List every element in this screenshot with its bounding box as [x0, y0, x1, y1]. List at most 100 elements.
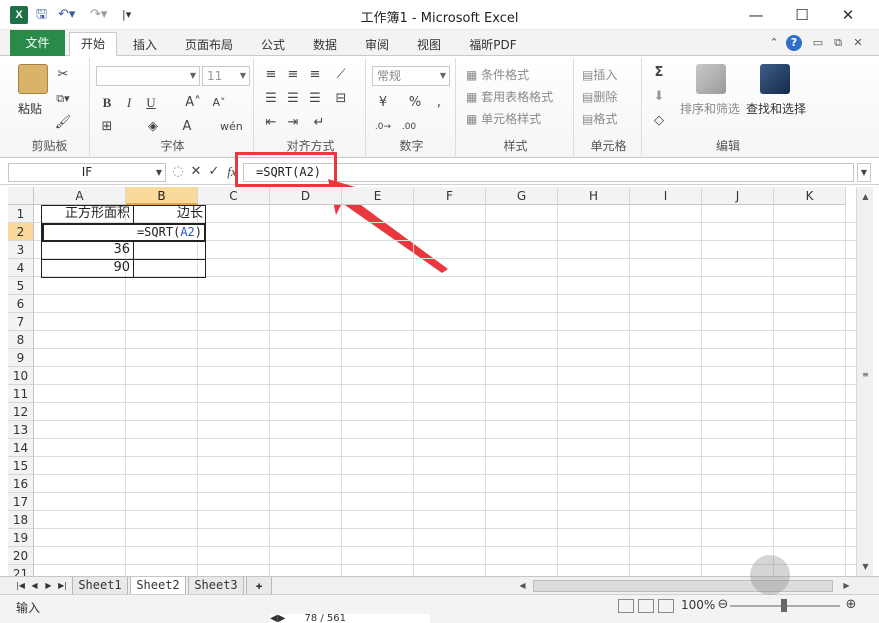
insert-cells-button[interactable]: ▤插入: [582, 66, 617, 83]
row-header-17[interactable]: 17: [8, 493, 34, 511]
customize-qat-icon[interactable]: |▾: [122, 6, 131, 24]
window-close-icon[interactable]: ✕: [850, 35, 866, 51]
increase-decimal-icon[interactable]: .0→: [374, 118, 392, 136]
paste-button[interactable]: 粘贴: [18, 100, 42, 117]
column-header-c[interactable]: C: [198, 187, 270, 205]
help-icon[interactable]: ?: [786, 35, 802, 51]
excel-app-icon[interactable]: X: [10, 6, 28, 24]
collapse-ribbon-icon[interactable]: ⌃: [766, 35, 782, 51]
tab-review[interactable]: 审阅: [356, 34, 398, 56]
row-header-21[interactable]: 21: [8, 565, 34, 576]
conditional-formatting-button[interactable]: ▦ 条件格式: [466, 66, 529, 83]
orientation-icon[interactable]: ⟋: [332, 66, 350, 84]
row-header-18[interactable]: 18: [8, 511, 34, 529]
row-header-5[interactable]: 5: [8, 277, 34, 295]
column-header-e[interactable]: E: [342, 187, 414, 205]
scroll-up-icon[interactable]: ▲: [858, 189, 873, 204]
last-sheet-icon[interactable]: ▶|: [56, 578, 69, 594]
comma-icon[interactable]: ,: [430, 94, 448, 112]
prev-sheet-icon[interactable]: ◀: [28, 578, 41, 594]
column-header-g[interactable]: G: [486, 187, 558, 205]
scroll-down-icon[interactable]: ▼: [858, 559, 873, 574]
row-header-13[interactable]: 13: [8, 421, 34, 439]
cell-a4[interactable]: 90: [42, 259, 133, 277]
row-header-11[interactable]: 11: [8, 385, 34, 403]
sort-filter-button[interactable]: 排序和筛选: [680, 100, 740, 117]
percent-icon[interactable]: %: [406, 94, 424, 112]
cell-a3[interactable]: 36: [42, 241, 133, 259]
phonetic-icon[interactable]: wén: [220, 118, 243, 136]
column-header-a[interactable]: A: [34, 187, 126, 205]
currency-icon[interactable]: ¥: [374, 94, 392, 112]
enter-icon[interactable]: ✓: [206, 164, 222, 180]
redo-icon[interactable]: ↷▾: [90, 6, 107, 24]
clear-icon[interactable]: ◇: [650, 112, 668, 130]
row-header-2[interactable]: 2: [8, 223, 34, 241]
increase-indent-icon[interactable]: ⇥: [284, 114, 302, 132]
page-layout-view-icon[interactable]: [638, 599, 654, 613]
autosum-icon[interactable]: Σ: [650, 64, 668, 82]
zoom-slider-thumb[interactable]: [781, 599, 787, 612]
row-header-9[interactable]: 9: [8, 349, 34, 367]
row-header-20[interactable]: 20: [8, 547, 34, 565]
sheet-tab-3[interactable]: Sheet3: [188, 577, 244, 595]
horizontal-scrollbar[interactable]: ◀ ▶: [515, 579, 855, 593]
scroll-left-icon[interactable]: ◀: [515, 579, 530, 593]
decrease-indent-icon[interactable]: ⇤: [262, 114, 280, 132]
tab-insert[interactable]: 插入: [124, 34, 166, 56]
next-sheet-icon[interactable]: ▶: [42, 578, 55, 594]
format-painter-icon[interactable]: 🖌: [54, 114, 72, 132]
grow-font-icon[interactable]: A˄: [184, 94, 202, 112]
tab-home[interactable]: 开始: [69, 32, 117, 57]
merge-center-icon[interactable]: ⊟: [332, 90, 350, 108]
shrink-font-icon[interactable]: A˅: [210, 94, 228, 112]
cancel-icon[interactable]: ✕: [188, 164, 204, 180]
row-header-12[interactable]: 12: [8, 403, 34, 421]
vertical-scrollbar[interactable]: ▲ ≡ ▼: [856, 187, 873, 576]
name-box[interactable]: IF ▼: [8, 163, 166, 182]
maximize-button[interactable]: ☐: [780, 0, 824, 30]
horizontal-scroll-thumb[interactable]: [533, 580, 833, 592]
cell-b2-editing[interactable]: =SQRT(A2): [42, 223, 206, 242]
paste-icon[interactable]: [18, 64, 48, 94]
align-center-icon[interactable]: ☰: [284, 90, 302, 108]
binoculars-icon[interactable]: [760, 64, 790, 94]
row-header-16[interactable]: 16: [8, 475, 34, 493]
column-header-b[interactable]: B: [126, 187, 198, 205]
row-header-7[interactable]: 7: [8, 313, 34, 331]
row-header-14[interactable]: 14: [8, 439, 34, 457]
italic-button[interactable]: I: [120, 94, 138, 112]
column-header-h[interactable]: H: [558, 187, 630, 205]
font-color-icon[interactable]: A: [178, 118, 196, 136]
zoom-level[interactable]: 100%: [681, 598, 715, 612]
font-size-combo[interactable]: 11 ▼: [202, 66, 250, 86]
find-select-button[interactable]: 查找和选择: [746, 100, 806, 117]
zoom-in-icon[interactable]: ⊕: [842, 596, 860, 614]
row-header-10[interactable]: 10: [8, 367, 34, 385]
close-button[interactable]: ✕: [826, 0, 870, 30]
borders-icon[interactable]: ⊞: [98, 118, 116, 136]
column-header-k[interactable]: K: [774, 187, 846, 205]
minimize-button[interactable]: —: [734, 0, 778, 30]
cell-a1[interactable]: 正方形面积: [42, 205, 133, 223]
align-right-icon[interactable]: ☰: [306, 90, 324, 108]
row-header-6[interactable]: 6: [8, 295, 34, 313]
row-header-19[interactable]: 19: [8, 529, 34, 547]
row-header-15[interactable]: 15: [8, 457, 34, 475]
save-icon[interactable]: 🖫: [36, 6, 47, 24]
decrease-decimal-icon[interactable]: .00: [400, 118, 418, 136]
cell-styles-button[interactable]: ▦ 单元格样式: [466, 110, 541, 127]
format-cells-button[interactable]: ▤格式: [582, 110, 617, 127]
column-header-f[interactable]: F: [414, 187, 486, 205]
underline-button[interactable]: U: [142, 94, 160, 112]
scroll-right-icon[interactable]: ▶: [839, 579, 854, 593]
align-left-icon[interactable]: ☰: [262, 90, 280, 108]
tab-foxit-pdf[interactable]: 福昕PDF: [460, 34, 526, 56]
new-sheet-icon[interactable]: ✚: [246, 577, 272, 595]
fill-icon[interactable]: ⬇: [650, 88, 668, 106]
tab-page-layout[interactable]: 页面布局: [176, 34, 242, 56]
window-restore-icon[interactable]: ⧉: [830, 35, 846, 51]
font-name-combo[interactable]: ▼: [96, 66, 200, 86]
cut-icon[interactable]: ✂: [54, 66, 72, 84]
tab-file[interactable]: 文件: [10, 30, 65, 56]
